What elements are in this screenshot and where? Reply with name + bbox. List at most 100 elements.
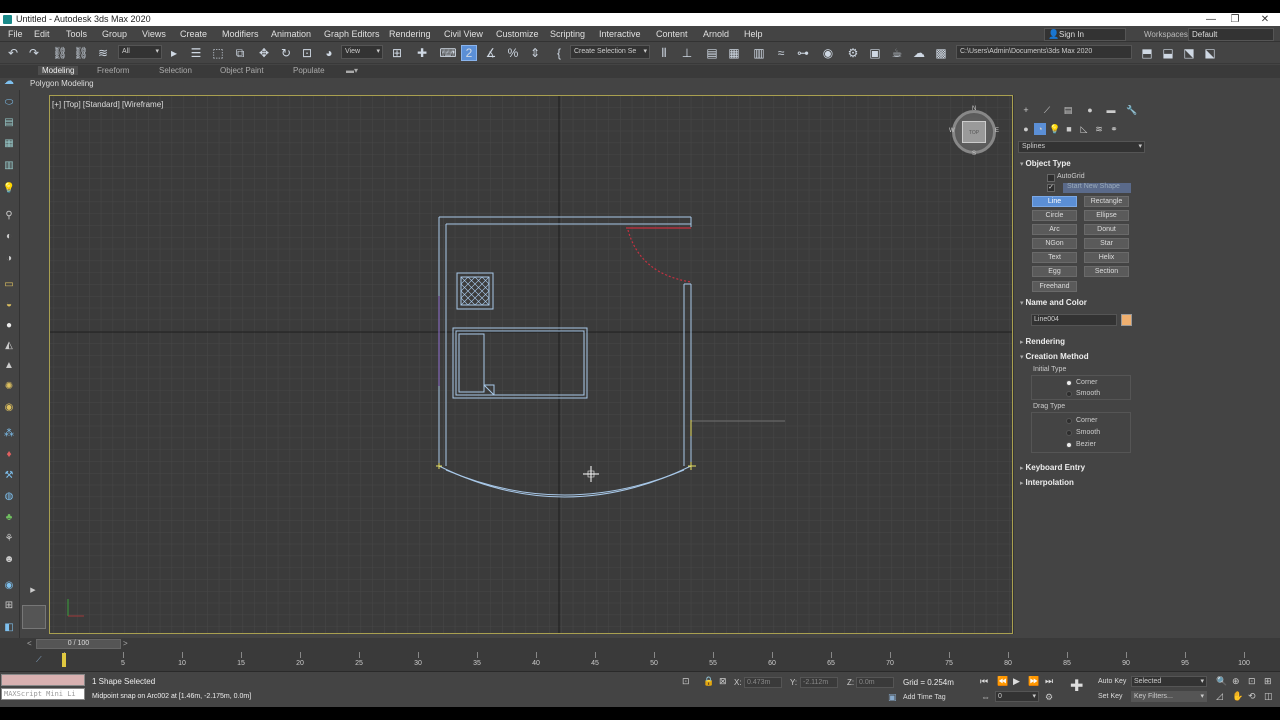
rendering-rollout[interactable]: Rendering [1020, 337, 1065, 346]
motion-side-icon[interactable]: ◐ [2, 229, 16, 243]
unlink-icon[interactable]: ⛓ [73, 45, 89, 61]
create-teapot-icon[interactable]: ☁ [2, 74, 16, 88]
drag-smooth-radio[interactable] [1066, 430, 1072, 436]
maxscript-listener-output[interactable] [1, 674, 85, 686]
particle-icon[interactable]: ⁂ [2, 426, 16, 440]
menu-civil-view[interactable]: Civil View [444, 29, 483, 39]
render-sphere-icon[interactable]: ◉ [2, 578, 16, 592]
place-icon[interactable]: ◕ [321, 45, 337, 61]
menu-file[interactable]: File [8, 29, 23, 39]
pivot-center-icon[interactable]: ⊞ [389, 45, 405, 61]
project-folder-icon[interactable]: ⬒ [1139, 45, 1155, 61]
menu-arnold[interactable]: Arnold [703, 29, 729, 39]
drag-corner-radio[interactable] [1066, 418, 1072, 424]
box-primitive-icon[interactable]: ▭ [2, 277, 16, 291]
interpolation-rollout[interactable]: Interpolation [1020, 478, 1073, 487]
sun-light-icon[interactable]: ✺ [2, 379, 16, 393]
section-button[interactable]: Section [1084, 266, 1129, 277]
omni-light-icon[interactable]: ◉ [2, 400, 16, 414]
time-prev-arrow-icon[interactable]: < [27, 639, 32, 648]
field-of-view-icon[interactable]: ◿ [1216, 691, 1223, 702]
menu-tools[interactable]: Tools [66, 29, 87, 39]
isolate-selection-icon[interactable]: ⊡ [682, 676, 690, 687]
render-setup-icon[interactable]: ⚙ [845, 45, 861, 61]
creation-method-rollout[interactable]: Creation Method [1020, 352, 1088, 361]
display-side-icon[interactable]: ◑ [2, 251, 16, 265]
maxscript-mini-listener[interactable]: MAXScript Mini Li [1, 688, 85, 700]
pyramid-primitive-icon[interactable]: ▲ [2, 358, 16, 372]
rectangle-button[interactable]: Rectangle [1084, 196, 1129, 207]
time-config-icon[interactable]: ⚙ [1045, 692, 1053, 703]
hierarchy-side-icon[interactable]: ⚲ [2, 208, 16, 222]
helix-button[interactable]: Helix [1084, 252, 1129, 263]
drag-bezier-radio[interactable] [1066, 442, 1072, 448]
ribbon-tab-selection[interactable]: Selection [159, 66, 192, 75]
key-mode-select[interactable]: Selected [1131, 676, 1207, 687]
text-button[interactable]: Text [1032, 252, 1077, 263]
layer-explorer-icon[interactable]: ▦ [726, 45, 742, 61]
render-online-icon[interactable]: ☁ [911, 45, 927, 61]
scene-explorer-icon[interactable]: ▤ [704, 45, 720, 61]
menu-rendering[interactable]: Rendering [389, 29, 431, 39]
current-frame-marker[interactable] [62, 653, 66, 667]
utility-icon[interactable]: ⚒ [2, 468, 16, 482]
ribbon-tab-modeling[interactable]: Modeling [38, 66, 79, 75]
character-icon[interactable]: ☻ [2, 552, 16, 566]
render-production-icon[interactable]: ☕ [889, 45, 905, 61]
ribbon-options-icon[interactable]: ▬▾ [346, 66, 358, 75]
modifier-icon[interactable]: ♦ [2, 447, 16, 461]
ribbon-tab-populate[interactable]: Populate [293, 66, 325, 75]
environment-icon[interactable]: ▩ [933, 45, 949, 61]
hedra-primitive-icon[interactable]: ◭ [2, 338, 16, 352]
viewport-layout-thumb[interactable] [22, 605, 46, 629]
percent-snap-icon[interactable]: % [505, 45, 521, 61]
mirror-icon[interactable]: ⫴ [656, 45, 672, 61]
next-frame-icon[interactable]: ⏩ [1028, 676, 1039, 687]
orbit-icon[interactable]: ⟲ [1248, 691, 1256, 702]
menu-create[interactable]: Create [180, 29, 207, 39]
object-name-input[interactable]: Line004 [1031, 314, 1117, 326]
track-bar[interactable] [0, 650, 1280, 672]
menu-customize[interactable]: Customize [496, 29, 539, 39]
select-object-icon[interactable]: ▸ [166, 45, 182, 61]
time-slider[interactable]: 0 / 100 [36, 639, 121, 649]
modify-tab-icon[interactable]: ⟋ [1040, 104, 1054, 116]
rotate-icon[interactable]: ↻ [278, 45, 294, 61]
align-icon[interactable]: ⊥ [679, 45, 695, 61]
viewcube-top-face[interactable]: TOP [962, 121, 986, 143]
z-coordinate-field[interactable]: 0.0m [856, 677, 894, 688]
ribbon-tab-object-paint[interactable]: Object Paint [220, 66, 264, 75]
set-key-button[interactable]: Set Key [1098, 693, 1123, 700]
start-new-shape-field[interactable]: Start New Shape [1063, 183, 1131, 193]
menu-help[interactable]: Help [744, 29, 763, 39]
add-time-tag-button[interactable]: Add Time Tag [903, 694, 946, 701]
arc-button[interactable]: Arc [1032, 224, 1077, 235]
set-key-big-icon[interactable]: ✚ [1070, 676, 1083, 696]
lock-selection-icon[interactable]: 🔒 [703, 676, 714, 687]
menu-interactive[interactable]: Interactive [599, 29, 641, 39]
maximize-button[interactable]: ❐ [1220, 13, 1250, 26]
selection-filter-select[interactable]: All [118, 45, 162, 59]
menu-content[interactable]: Content [656, 29, 688, 39]
edit-named-selection-icon[interactable]: { [551, 45, 567, 61]
select-by-name-icon[interactable]: ☰ [188, 45, 204, 61]
workspace-select[interactable]: Default [1188, 28, 1274, 41]
sphere-primitive-icon[interactable]: ● [2, 318, 16, 332]
key-mode-icon[interactable]: ⇔ [981, 692, 990, 702]
shapes-icon[interactable]: ◔ [1034, 123, 1046, 135]
named-selection-select[interactable]: Create Selection Se [570, 45, 650, 59]
menu-views[interactable]: Views [142, 29, 166, 39]
geometry-icon[interactable]: ● [1020, 123, 1032, 135]
initial-smooth-radio[interactable] [1066, 391, 1072, 397]
go-to-start-icon[interactable]: ⏮ [980, 676, 988, 687]
x-coordinate-field[interactable]: 0.473m [744, 677, 782, 688]
star-button[interactable]: Star [1084, 238, 1129, 249]
create-shape-icon[interactable]: ⬭ [2, 95, 16, 109]
curve-editor-mini-icon[interactable]: ⟋ [36, 655, 42, 665]
angle-snap-icon[interactable]: ∡ [483, 45, 499, 61]
link-icon[interactable]: ⛓ [52, 45, 68, 61]
egg-button[interactable]: Egg [1032, 266, 1077, 277]
donut-button[interactable]: Donut [1084, 224, 1129, 235]
line-button[interactable]: Line [1032, 196, 1077, 207]
redo-icon[interactable]: ↷ [26, 45, 42, 61]
